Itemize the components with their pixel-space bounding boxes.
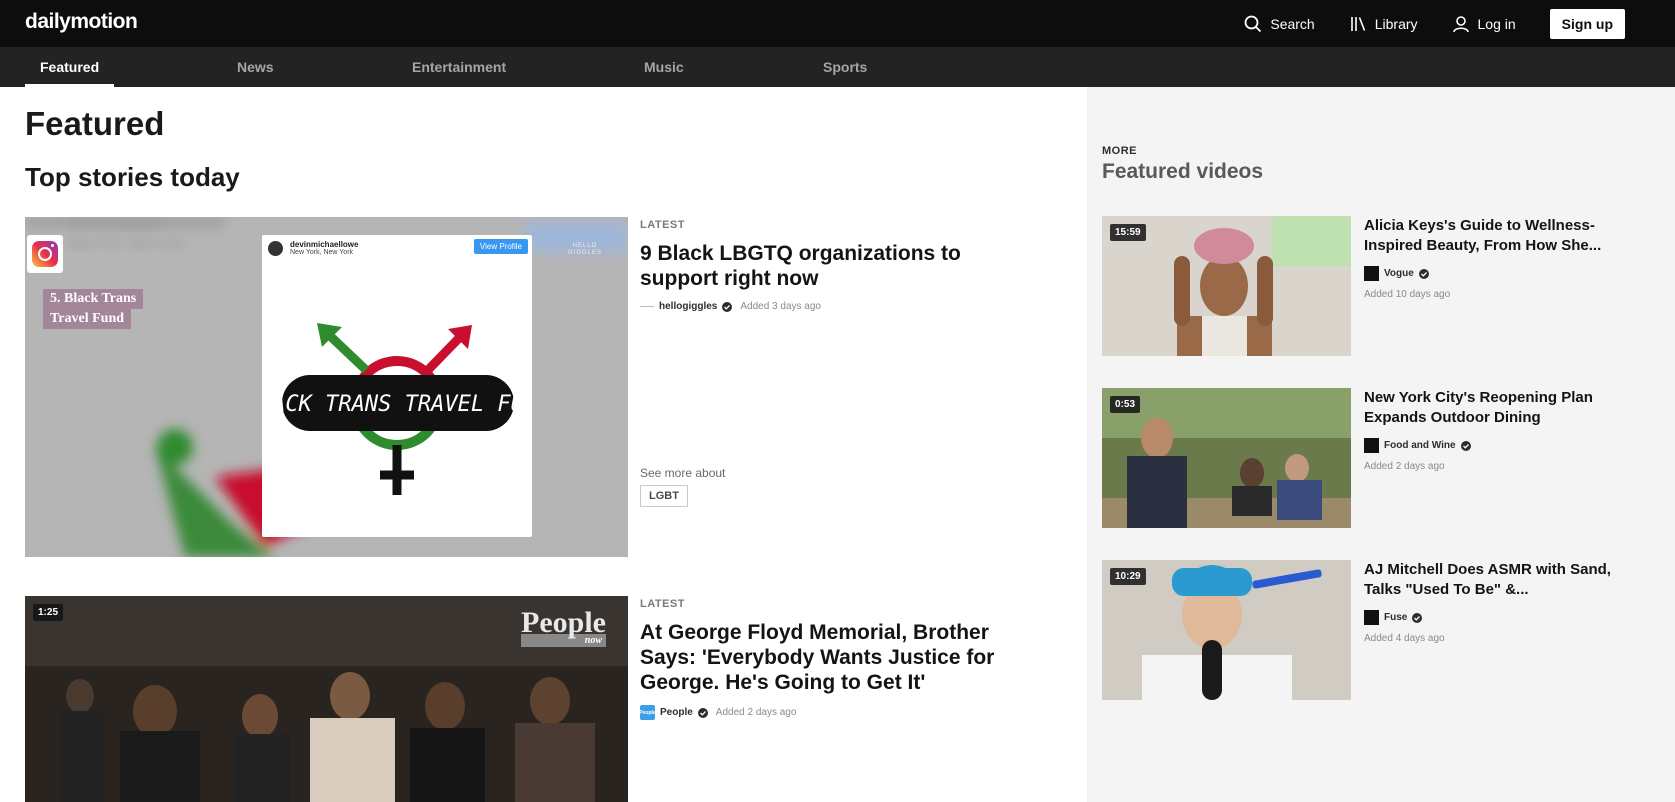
added-date: Added 3 days ago [740,301,821,312]
story-eyebrow: LATEST [640,219,685,231]
channel-name[interactable]: hellogiggles [659,301,717,312]
login-label: Log in [1477,15,1516,32]
video-meta: Food and Wine [1364,438,1614,453]
hellogiggles-watermark: HELLO GIGGLES [568,243,602,257]
tab-music[interactable]: Music [644,47,684,87]
story-title[interactable]: At George Floyd Memorial, Brother Says: … [640,620,1020,695]
black-trans-travel-fund-logo: BLACK TRANS TRAVEL FUND [262,323,532,495]
story-meta: People People Added 2 days ago [639,705,1020,720]
signup-button[interactable]: Sign up [1549,8,1625,39]
video-duration: 10:29 [1110,568,1146,585]
channel-name[interactable]: Fuse [1384,612,1407,623]
caption-line-2: Travel Fund [43,309,132,329]
top-bar: dailymotion Search Library Log in Sign u… [0,0,1675,47]
added-date: Added 2 days ago [715,707,797,718]
section-title: Top stories today [25,162,240,192]
video-duration: 0:53 [1110,396,1141,413]
sidebar-title: Featured videos [1102,160,1264,183]
story-info: LATEST At George Floyd Memorial, Brother… [639,598,1020,720]
see-more-label: See more about [640,466,726,480]
verified-check-icon [722,301,733,312]
library-button[interactable]: Library [1349,15,1418,33]
added-date: Added 10 days ago [1364,289,1451,300]
watermark-line-2: GIGGLES [567,250,602,256]
channel-name[interactable]: Vogue [1384,268,1414,279]
search-icon [1244,15,1262,32]
channel-logo [640,306,654,307]
video-duration: 15:59 [1110,224,1146,241]
featured-video-card[interactable]: 15:59 Alicia Keys's Guide to Wellness-In… [1102,216,1662,356]
video-title[interactable]: Alicia Keys's Guide to Wellness-Inspired… [1364,216,1614,256]
story-thumbnail[interactable]: devinmichaellowe New York, New York 5. B… [25,217,628,557]
instagram-post-card: devinmichaellowe New York, New York View… [262,235,532,537]
library-label: Library [1374,15,1418,32]
story-meta: hellogiggles Added 3 days ago [640,301,1020,312]
channel-logo-text: People [639,709,656,716]
featured-video-card[interactable]: 10:29 AJ Mitchell Does ASMR with Sand, T… [1102,560,1662,700]
library-icon [1350,16,1365,31]
instagram-icon [27,235,63,273]
video-duration: 1:25 [33,604,64,621]
channel-logo [1364,610,1379,625]
sidebar: MORE Featured videos 15:59 Alicia Keys's… [1087,87,1675,802]
video-thumbnail[interactable]: 10:29 [1102,560,1351,700]
blurred-location: New York, New York [67,235,185,250]
story-info: LATEST 9 Black LBGTQ organizations to su… [640,219,1020,312]
channel-name[interactable]: People [660,707,693,718]
video-title[interactable]: AJ Mitchell Does ASMR with Sand, Talks "… [1364,560,1614,600]
main-content: Featured Top stories today devinmichaell… [0,87,1087,802]
story-thumbnail[interactable]: 1:25 People now [25,596,628,802]
people-now-logo: People now [521,608,606,647]
tab-sports[interactable]: Sports [823,47,867,87]
tab-news[interactable]: News [237,47,274,87]
category-nav: Featured News Entertainment Music Sports [0,47,1675,87]
video-info: AJ Mitchell Does ASMR with Sand, Talks "… [1364,560,1614,644]
sidebar-eyebrow: MORE [1102,145,1137,157]
story-caption: 5. Black Trans Travel Fund [43,289,144,329]
channel-logo [1364,438,1379,453]
channel-logo [1364,266,1379,281]
video-info: New York City's Reopening Plan Expands O… [1364,388,1614,472]
tab-entertainment[interactable]: Entertainment [412,47,506,87]
video-info: Alicia Keys's Guide to Wellness-Inspired… [1364,216,1614,300]
login-button[interactable]: Log in [1452,15,1516,33]
featured-video-card[interactable]: 0:53 New York City's Reopening Plan Expa… [1102,388,1662,528]
channel-name[interactable]: Food and Wine [1384,440,1456,451]
tab-featured[interactable]: Featured [40,47,99,87]
blurred-name: devinmichaellowe [67,217,162,231]
video-title[interactable]: New York City's Reopening Plan Expands O… [1364,388,1614,428]
channel-logo: People [639,705,656,720]
added-date: Added 2 days ago [1364,461,1445,472]
sticker-text: BLACK TRANS TRAVEL FUND [262,392,532,417]
verified-check-icon [697,707,708,718]
added-date: Added 4 days ago [1364,633,1445,644]
video-thumbnail[interactable]: 0:53 [1102,388,1351,528]
story-eyebrow: LATEST [640,598,685,610]
video-thumbnail[interactable]: 15:59 [1102,216,1351,356]
top-actions: Search Library Log in Sign up [1244,0,1675,47]
search-button[interactable]: Search [1244,15,1315,33]
verified-check-icon [1412,612,1423,623]
verified-check-icon [1418,268,1429,279]
verified-check-icon [1460,440,1471,451]
tag-button[interactable]: LGBT [640,485,688,507]
watermark-line-1: HELLO [572,243,598,249]
search-label: Search [1270,15,1315,32]
video-meta: Fuse [1364,610,1614,625]
video-meta: Vogue [1364,266,1614,281]
story-title[interactable]: 9 Black LBGTQ organizations to support r… [640,241,1020,291]
page-title: Featured [25,105,165,142]
user-icon [1452,15,1469,32]
dailymotion-logo[interactable]: dailymotion [25,10,138,34]
caption-line-1: 5. Black Trans [43,289,144,309]
